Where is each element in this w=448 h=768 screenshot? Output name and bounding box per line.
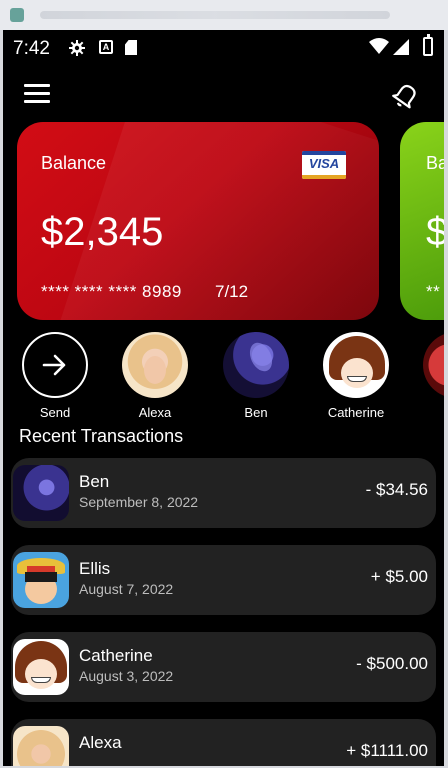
transaction-name: Catherine: [79, 646, 153, 665]
transaction-date: August 7, 2022: [79, 581, 174, 597]
send-contact[interactable]: Send: [20, 332, 90, 420]
notification-bell-icon[interactable]: [391, 81, 421, 109]
contact-name: I: [421, 405, 444, 420]
wifi-icon: [369, 38, 389, 54]
avatar: [423, 332, 444, 398]
card-balance-amount: $2,345: [41, 210, 164, 254]
emulator-title-bar: [40, 11, 390, 19]
accessibility-a-icon: A: [99, 40, 113, 54]
avatar: [13, 552, 69, 608]
emulator-toolbar: [0, 0, 448, 30]
transaction-amount: + $5.00: [370, 567, 428, 586]
quick-contacts-row: Send Alexa Ben Catherine I: [3, 332, 444, 422]
transaction-name: Ben: [79, 472, 110, 491]
avatar: [223, 332, 289, 398]
arrow-right-icon: [42, 354, 66, 376]
contact-name: Alexa: [138, 405, 172, 420]
avatar: [323, 332, 389, 398]
emulator-icon: [10, 8, 24, 22]
avatar: [13, 465, 69, 521]
contact-name: Send: [39, 405, 71, 420]
transaction-date: August 3, 2022: [79, 668, 174, 684]
transaction-row[interactable]: Ben September 8, 2022 - $34.56: [11, 458, 436, 528]
contact-partial[interactable]: I: [421, 332, 444, 420]
transaction-name: Ellis: [79, 559, 111, 578]
transaction-amount: - $500.00: [356, 654, 428, 673]
transaction-row[interactable]: Ellis August 7, 2022 + $5.00: [11, 545, 436, 615]
avatar: [122, 332, 188, 398]
app-bar: [3, 78, 444, 112]
contact-catherine[interactable]: Catherine: [321, 332, 391, 420]
transaction-amount: + $1111.00: [346, 741, 428, 760]
transaction-name: Alexa: [79, 733, 122, 752]
sd-card-icon: [125, 40, 137, 55]
avatar: [13, 639, 69, 695]
card-number: **: [426, 282, 441, 301]
battery-icon: [423, 34, 433, 56]
visa-logo-icon: VISA: [302, 151, 346, 179]
contact-ben[interactable]: Ben: [221, 332, 291, 420]
card-expiry: 7/12: [215, 282, 249, 301]
contact-alexa[interactable]: Alexa: [120, 332, 190, 420]
settings-gear-icon: [69, 40, 85, 56]
contact-name: Catherine: [327, 405, 385, 420]
transaction-row[interactable]: Alexa + $1111.00: [11, 719, 436, 766]
card-number: **** **** **** 8989: [41, 282, 182, 301]
send-button[interactable]: [22, 332, 88, 398]
transaction-date: September 8, 2022: [79, 494, 199, 510]
transaction-amount: - $34.56: [365, 480, 428, 499]
card-balance-label: Ba: [426, 153, 444, 173]
cell-signal-icon: [393, 39, 409, 55]
card-balance-label: Balance: [41, 153, 107, 173]
hamburger-menu-icon[interactable]: [24, 84, 50, 104]
card-balance-amount: $: [426, 210, 444, 254]
phone-screen: 7:42 A Balance VISA $2,345 **** **** ***…: [3, 30, 444, 766]
balance-card-visa[interactable]: Balance VISA $2,345 **** **** **** 8989 …: [17, 122, 379, 320]
status-time: 7:42: [13, 38, 50, 59]
avatar: [13, 726, 69, 766]
recent-transactions-title: Recent Transactions: [19, 426, 184, 446]
status-bar: 7:42 A: [3, 30, 444, 66]
transaction-row[interactable]: Catherine August 3, 2022 - $500.00: [11, 632, 436, 702]
balance-card-secondary[interactable]: Ba $ **: [400, 122, 444, 320]
contact-name: Ben: [244, 405, 268, 420]
